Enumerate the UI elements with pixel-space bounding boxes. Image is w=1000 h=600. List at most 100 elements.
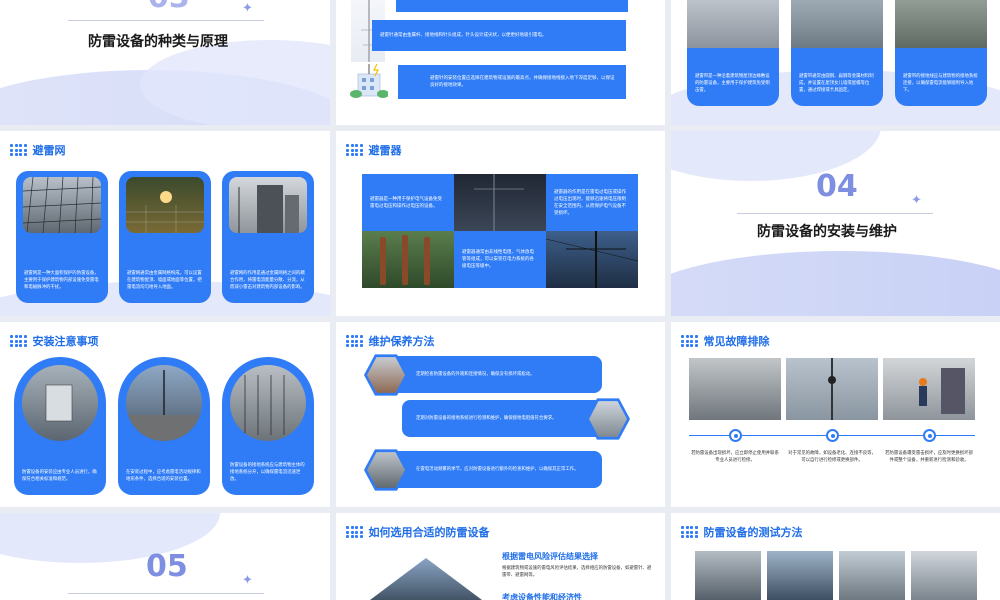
arch-card: 在安装过程中，应考虑雷电活动规律和地形条件，选择合适的安装位置。 [118,357,210,495]
subheading: 考虑设备性能和经济性 [502,593,582,600]
slide-header: 安装注意事项 [10,332,99,350]
slide-section-03[interactable]: 03 ✦ 防雷设备的种类与原理 [0,0,330,125]
info-pill: 定期对防雷设备的接地系统进行检测和维护，确保接地电阻值符合要求。 [402,400,616,437]
section-number: 04 [816,169,858,204]
slide-lightning-strip[interactable]: 避雷带是一种沿着建筑物屋顶边缘敷设的防雷设备，主要用于保护建筑免受侧击雷。 避雷… [671,0,1000,125]
decor-wave [140,40,330,125]
slide-header: 如何选用合适的防雷设备 [346,523,490,541]
night-pole-photo [454,174,546,231]
test-photo [695,551,761,600]
building-photo [229,177,307,233]
insulators-photo [362,231,454,288]
pill-text: 定期对防雷设备的接地系统进行检测和维护，确保接地电阻值符合要求。 [416,416,557,421]
slide-title: 避雷网 [32,144,66,157]
welding-photo [126,177,204,233]
item-text: 若防雷设备遭受雷击损坏，应及时更换损坏部件或整个设备，并重新进行检测和验收。 [885,451,973,463]
slide-header: 避雷网 [10,141,66,159]
gear-icon [923,429,936,442]
box-text: 避雷器是一种用于保护电气设备免受雷电过电压和操作过电压的设备。 [370,196,442,209]
caption-text: 避雷针通常由金属杆、接地线和针头组成，针头设计成尖状，以便更好地吸引雷电。 [380,33,547,38]
slide-header: 维护保养方法 [346,332,435,350]
body-text: 根据建筑物或设施的雷电风险评估结果，选择相应的防雷设备，如避雷针、避雷带、避雷网… [502,566,652,578]
test-photo [911,551,977,600]
roof-edge-photo [687,0,779,48]
card-text: 在安装过程中，应考虑雷电活动规律和地形条件，选择合适的安装位置。 [126,470,201,482]
slide-header: 常见故障排除 [681,332,770,350]
test-photo [767,551,833,600]
item-text: 若防雷设备出现损坏，应立即停止使用并联系专业人员进行检修。 [691,451,779,463]
facade-photo [791,0,883,48]
slide-title: 避雷器 [368,144,402,157]
arch-card: 防雷设备的接地系统应与建筑物主体的接地系统分开，以确保雷电流迅速泄放。 [222,357,314,495]
cabinet-worker-photo [883,358,975,420]
grid-dots-icon [10,144,27,156]
slide-troubleshooting[interactable]: 常见故障排除 若防雷设备出现损坏，应立即停止使用并联系专业人员进行检修。 对于常… [671,322,1000,507]
pill-text: 在雷电活动频繁的季节，应对防雷设备进行额外的检查和维护，以确保其正常工作。 [416,467,579,472]
divider [68,593,264,594]
grid-dots-icon [346,144,363,156]
slide-testing-methods[interactable]: 防雷设备的测试方法 [671,513,1000,600]
text-box: 避雷器通常由非线性电阻、气体放电管等组成，可以安装在电力系统的各级电压等级中。 [454,231,546,288]
slide-surge-arrester[interactable]: 避雷器 避雷器是一种用于保护电气设备免受雷电过电压和操作过电压的设备。 避雷器的… [336,131,665,316]
text-box: 避雷器的作用是在雷电过电压或操作过电压出现时，能够迅速将电压限制在安全范围内，从… [546,174,638,231]
section-number: 03 [148,0,190,15]
section-number: 05 [146,549,188,584]
info-card: 避雷网的作用是通过金属网格之间的耦合作用，将雷电流能量分散、分流，从而减小雷击对… [222,171,314,303]
pole-worker-photo [786,358,878,420]
circle-icon [826,429,839,442]
caption-box: 避雷针的安装位置应选择在建筑物或设施的最高点，并确保接地线接入地下深度足够，以保… [398,65,626,99]
wiring-photo [230,365,306,441]
building-illustration [350,64,388,98]
slide-lightning-net[interactable]: 避雷网 避雷网是一种大面积保护的防雷设备，主要用于保护建筑物内部设施免受雷电和电… [0,131,330,316]
card-text: 避雷网通常由金属网格构成，可以设置在建筑物屋顶、墙面或地面等位置，把雷电流均匀地… [127,271,202,290]
section-title: 防雷设备的种类与原理 [88,34,228,50]
info-pill: 定期检查防雷设备的外观和连接情况，确保没有损坏或松动。 [388,356,602,393]
slide-title: 维护保养方法 [368,335,435,348]
slide-title: 安装注意事项 [32,335,99,348]
slide-choose-equipment[interactable]: 如何选用合适的防雷设备 根据雷电风险评估结果选择 根据建筑物或设施的雷电风险评估… [336,513,665,600]
card-text: 避雷带的接地线应与建筑物的接地系统连接，以确保雷电流能够顺利导入地下。 [903,74,978,93]
scaffold-photo [895,0,987,48]
slide-maintenance[interactable]: 维护保养方法 定期检查防雷设备的外观和连接情况，确保没有损坏或松动。 定期对防雷… [336,322,665,507]
slide-lightning-rod[interactable]: 避雷针通常由金属杆、接地线和针头组成，针头设计成尖状，以便更好地吸引雷电。 避雷… [336,0,665,125]
grid-dots-icon [346,335,363,347]
grid-dots-icon [346,526,363,538]
power-pole-photo [546,231,638,288]
check-icon [729,429,742,442]
slide-installation-notes[interactable]: 安装注意事项 防雷设备的安装应由专业人员进行，确保符合相关标准和规范。 在安装过… [0,322,330,507]
info-card: 避雷带的接地线应与建筑物的接地系统连接，以确保雷电流能够顺利导入地下。 [895,0,987,106]
info-card: 避雷网通常由金属网格构成，可以设置在建筑物屋顶、墙面或地面等位置，把雷电流均匀地… [119,171,211,303]
arch-card: 防雷设备的安装应由专业人员进行，确保符合相关标准和规范。 [14,357,106,495]
item-text: 对于常见的故障，如设备老化、连接不良等，可以自行进行检修或更换部件。 [788,451,876,463]
slide-header: 防雷设备的测试方法 [681,523,803,541]
card-text: 避雷带是一种沿着建筑物屋顶边缘敷设的防雷设备，主要用于保护建筑免受侧击雷。 [695,74,770,93]
info-card: 避雷带是一种沿着建筑物屋顶边缘敷设的防雷设备，主要用于保护建筑免受侧击雷。 [687,0,779,106]
wall-photo [689,358,781,420]
test-photo [839,551,905,600]
slide-title: 如何选用合适的防雷设备 [368,526,490,539]
grid-dots-icon [681,526,698,538]
top-blue-bar [396,0,628,12]
card-text: 防雷设备的安装应由专业人员进行，确保符合相关标准和规范。 [22,470,97,482]
box-text: 避雷器的作用是在雷电过电压或操作过电压出现时，能够迅速将电压限制在安全范围内，从… [554,189,626,216]
card-text: 避雷带通常由圆钢、扁钢等金属材料制成，并设置在屋顶女儿墙或屋檐等位置，通过焊接或… [799,74,874,93]
box-text: 避雷器通常由非线性电阻、气体放电管等组成，可以安装在电力系统的各级电压等级中。 [462,250,534,269]
star-icon: ✦ [242,573,253,588]
info-card: 避雷带通常由圆钢、扁钢等金属材料制成，并设置在屋顶女儿墙或屋檐等位置，通过焊接或… [791,0,883,106]
info-pill: 在雷电活动频繁的季节，应对防雷设备进行额外的检查和维护，以确保其正常工作。 [388,451,602,488]
divider [68,20,264,21]
divider [737,213,933,214]
slide-section-04[interactable]: 04 ✦ 防雷设备的安装与维护 [671,131,1000,316]
subheading: 根据雷电风险评估结果选择 [502,552,598,561]
slide-section-05[interactable]: 05 ✦ [0,513,330,600]
card-text: 避雷网的作用是通过金属网格之间的耦合作用，将雷电流能量分散、分流，从而减小雷击对… [230,271,305,290]
text-box: 避雷器是一种用于保护电气设备免受雷电过电压和操作过电压的设备。 [362,174,454,231]
card-text: 避雷网是一种大面积保护的防雷设备，主要用于保护建筑物内部设施免受雷电和电磁脉冲的… [24,271,99,290]
star-icon: ✦ [911,193,922,208]
rooftop-photo [126,365,202,441]
grid-dots-icon [681,335,698,347]
caption-box: 避雷针通常由金属杆、接地线和针头组成，针头设计成尖状，以便更好地吸引雷电。 [372,20,626,51]
steel-grid-photo [23,177,101,233]
slide-header: 避雷器 [346,141,402,159]
pill-text: 定期检查防雷设备的外观和连接情况，确保没有损坏或松动。 [416,372,535,377]
